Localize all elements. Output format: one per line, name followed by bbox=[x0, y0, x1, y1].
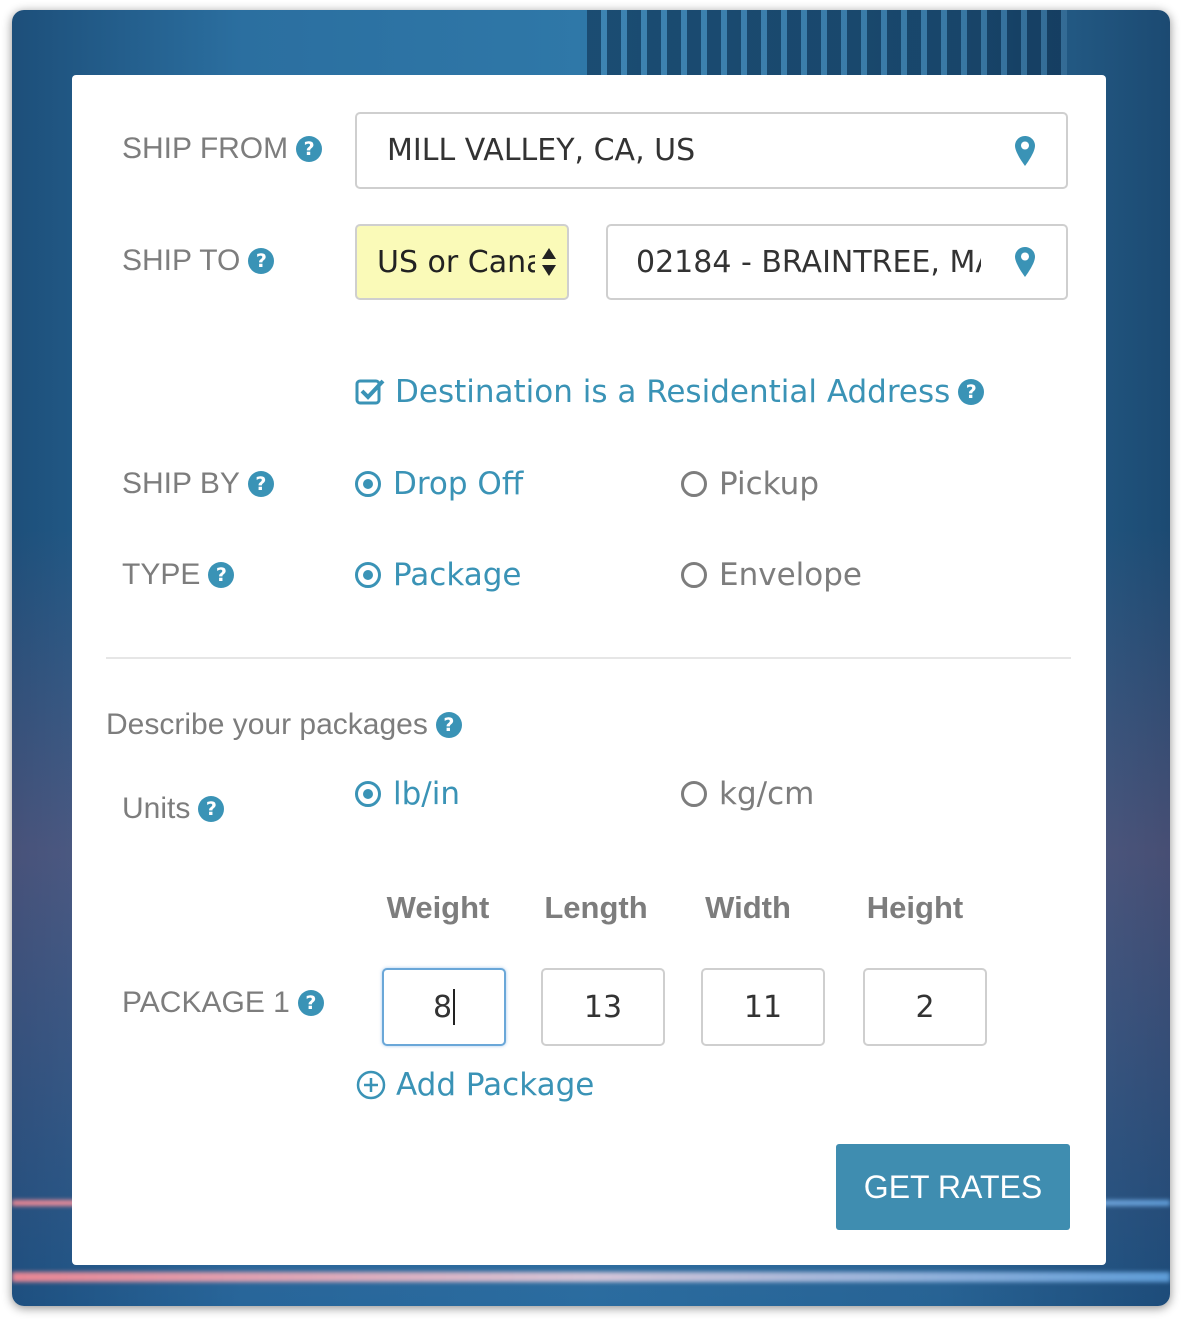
ship-to-value: 02184 - BRAINTREE, MA bbox=[636, 244, 981, 280]
ship-from-value: MILL VALLEY, CA, US bbox=[387, 133, 696, 168]
select-arrows-icon bbox=[542, 248, 556, 276]
help-icon[interactable]: ? bbox=[208, 562, 235, 588]
radio-label: kg/cm bbox=[719, 776, 815, 812]
text-cursor bbox=[453, 989, 456, 1025]
radio-label: Drop Off bbox=[393, 466, 524, 502]
help-icon[interactable]: ? bbox=[958, 379, 985, 405]
radio-unselected-icon bbox=[681, 562, 707, 588]
country-select-value: US or Cana bbox=[377, 244, 535, 280]
radio-unselected-icon bbox=[681, 781, 707, 807]
radio-label: Pickup bbox=[719, 466, 819, 502]
length-value: 13 bbox=[583, 989, 623, 1025]
ship-by-label: SHIP BY ? bbox=[122, 467, 274, 501]
length-header: Length bbox=[544, 890, 648, 925]
plus-circle-icon bbox=[356, 1070, 386, 1100]
help-icon[interactable]: ? bbox=[297, 990, 324, 1016]
length-input[interactable]: 13 bbox=[541, 968, 665, 1046]
height-header: Height bbox=[866, 890, 964, 925]
help-icon[interactable]: ? bbox=[435, 712, 462, 738]
residential-checkbox[interactable]: Destination is a Residential Address ? bbox=[355, 374, 985, 410]
ship-to-label: SHIP TO ? bbox=[122, 244, 275, 278]
help-icon[interactable]: ? bbox=[247, 471, 274, 497]
country-select[interactable]: US or Cana bbox=[355, 224, 569, 300]
radio-package[interactable]: Package bbox=[355, 557, 522, 593]
units-label: Units ? bbox=[122, 792, 225, 826]
radio-envelope[interactable]: Envelope bbox=[681, 557, 862, 593]
checkbox-checked-icon[interactable] bbox=[355, 377, 385, 407]
weight-input[interactable]: 8 bbox=[382, 968, 506, 1046]
location-pin-icon[interactable] bbox=[1014, 246, 1036, 278]
weight-header: Weight bbox=[386, 890, 490, 925]
radio-selected-icon bbox=[355, 562, 381, 588]
ship-to-input[interactable]: 02184 - BRAINTREE, MA bbox=[606, 224, 1068, 300]
width-input[interactable]: 11 bbox=[701, 968, 825, 1046]
add-package-link[interactable]: Add Package bbox=[356, 1067, 594, 1103]
radio-pickup[interactable]: Pickup bbox=[681, 466, 819, 502]
radio-kg-cm[interactable]: kg/cm bbox=[681, 776, 814, 812]
radio-selected-icon bbox=[355, 471, 381, 497]
type-label: TYPE ? bbox=[122, 558, 235, 592]
units-label-text: Units bbox=[122, 792, 191, 825]
building-graphic bbox=[587, 10, 1067, 80]
light-streak bbox=[12, 1272, 1170, 1282]
section-divider bbox=[106, 657, 1071, 659]
ship-to-label-text: SHIP TO bbox=[122, 244, 241, 277]
ship-from-label: SHIP FROM ? bbox=[122, 132, 323, 166]
describe-heading-text: Describe your packages bbox=[106, 708, 428, 741]
help-icon[interactable]: ? bbox=[296, 136, 323, 162]
get-rates-button[interactable]: GET RATES bbox=[836, 1144, 1070, 1230]
radio-label: Package bbox=[393, 557, 522, 593]
radio-label: Envelope bbox=[719, 557, 862, 593]
package-label-text: PACKAGE 1 bbox=[122, 986, 290, 1019]
radio-drop-off[interactable]: Drop Off bbox=[355, 466, 523, 502]
height-input[interactable]: 2 bbox=[863, 968, 987, 1046]
radio-label: lb/in bbox=[393, 776, 460, 812]
height-value: 2 bbox=[915, 989, 935, 1025]
help-icon[interactable]: ? bbox=[248, 248, 275, 274]
add-package-label: Add Package bbox=[396, 1067, 595, 1103]
ship-from-label-text: SHIP FROM bbox=[122, 132, 289, 165]
radio-unselected-icon bbox=[681, 471, 707, 497]
describe-packages-heading: Describe your packages ? bbox=[106, 708, 462, 742]
width-value: 11 bbox=[743, 989, 783, 1025]
residential-label: Destination is a Residential Address bbox=[395, 374, 951, 410]
package-1-label: PACKAGE 1 ? bbox=[122, 986, 324, 1020]
radio-lb-in[interactable]: lb/in bbox=[355, 776, 460, 812]
location-pin-icon[interactable] bbox=[1014, 135, 1036, 167]
ship-from-input[interactable]: MILL VALLEY, CA, US bbox=[355, 112, 1068, 189]
help-icon[interactable]: ? bbox=[198, 796, 225, 822]
radio-selected-icon bbox=[355, 781, 381, 807]
width-header: Width bbox=[705, 890, 791, 925]
weight-value: 8 bbox=[432, 989, 453, 1025]
type-label-text: TYPE bbox=[122, 558, 201, 591]
ship-by-label-text: SHIP BY bbox=[122, 467, 240, 500]
